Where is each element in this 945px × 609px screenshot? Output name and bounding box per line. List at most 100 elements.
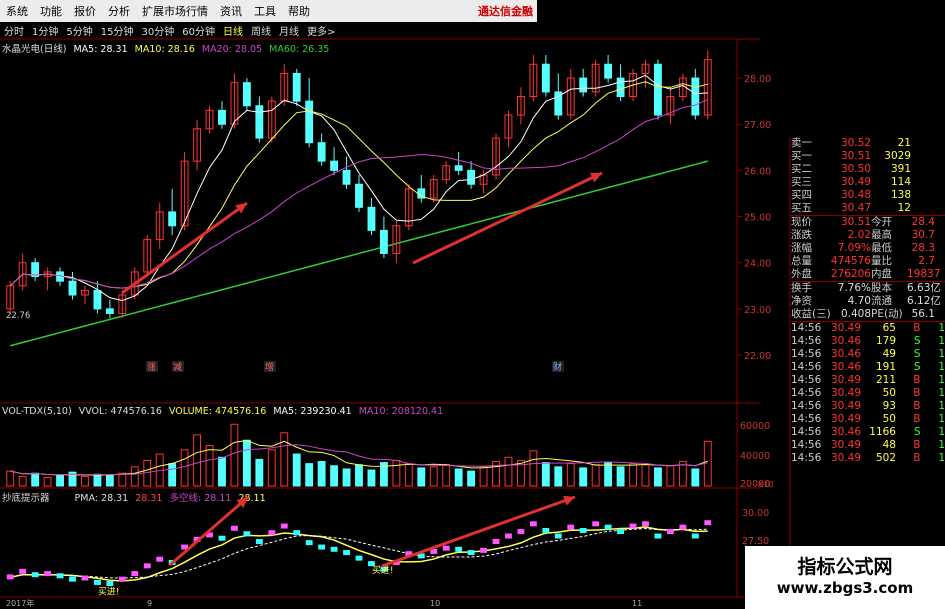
volume-bar (317, 461, 326, 487)
signal-block (654, 533, 662, 539)
signal-block (243, 531, 251, 537)
signal-block (93, 579, 101, 585)
order-book-row-cell: 买四 (791, 189, 812, 201)
tick-row: 14:56 30.49 502 B 1 (791, 452, 945, 465)
tick-row-cell: 30.46 (830, 348, 861, 360)
signal-block (305, 540, 313, 546)
signal-block (455, 546, 463, 552)
volume-bar (205, 445, 214, 487)
signal-block (617, 529, 625, 535)
order-book-row-cell: 买五 (791, 202, 812, 214)
tick-row-cell: 14:56 (791, 439, 822, 451)
quote-stat-row-cell: 总量 (791, 255, 812, 267)
finance-row-cell: 净资 (791, 295, 812, 307)
candle-body (168, 211, 177, 227)
order-book-row-cell: 买三 (791, 176, 812, 188)
order-book-row-cell: 12 (897, 202, 911, 214)
signal-block (604, 524, 612, 530)
signal-block (592, 521, 600, 527)
main-y-tick-label: 22.00 (744, 351, 771, 362)
order-book-row: 买二 30.50 391 (791, 163, 945, 176)
order-book-row-cell: 138 (890, 189, 911, 201)
tick-row-cell: 30.49 (830, 374, 861, 386)
tick-row-cell: 14:56 (791, 322, 822, 334)
tick-row-cell: B (913, 374, 921, 386)
candle-body (579, 77, 588, 93)
signal-block (343, 550, 350, 556)
main-y-tick-label: 25.00 (744, 213, 771, 224)
tick-row-cell: 48 (882, 439, 896, 451)
tick-row-cell: B (913, 413, 921, 425)
volume-bar (529, 450, 538, 487)
tick-row-cell: S (913, 361, 921, 373)
signal-block (492, 539, 500, 545)
order-book-row-cell: 30.51 (840, 150, 871, 162)
tick-row-cell: 30.49 (830, 322, 861, 334)
tick-row-cell: 1 (938, 400, 945, 412)
volume-bar (193, 434, 201, 487)
quote-stat-row: 现价 30.51 今开 28.4 (791, 216, 945, 229)
order-book-row-cell: 30.50 (840, 163, 871, 175)
watermark-title: 指标公式网 (797, 556, 893, 578)
tick-row-cell: 1 (938, 361, 945, 373)
tick-row-cell: 65 (882, 322, 896, 334)
signal-block (704, 520, 712, 526)
tick-row-cell: 14:56 (791, 452, 822, 464)
volume-bar (392, 459, 401, 487)
tick-row: 14:56 30.49 65 B 1 (791, 322, 945, 335)
tick-row-cell: 1 (938, 426, 945, 438)
volume-bar (130, 466, 139, 487)
finance-row: 净资 4.70 流通 6.12亿 (791, 295, 945, 308)
volume-bar (18, 475, 27, 487)
volume-bar (342, 468, 351, 487)
order-book-row-cell: 30.49 (840, 176, 871, 188)
tick-row-cell: 14:56 (791, 400, 822, 412)
event-badge: 增 (265, 361, 274, 373)
candle-body (355, 183, 363, 208)
candle-body (93, 289, 102, 310)
candle-body (604, 63, 613, 79)
finance-row-cell: 6.63亿 (907, 282, 941, 294)
tick-row: 14:56 30.49 50 B 1 (791, 413, 945, 426)
volume-bar (591, 464, 600, 487)
volume-bar (467, 470, 476, 487)
signal-block (691, 533, 699, 539)
signal-block (666, 529, 674, 535)
signal-block (69, 576, 76, 582)
candle-body (218, 109, 226, 125)
signal-block (19, 568, 27, 574)
tick-row-cell: 1 (938, 322, 945, 334)
tick-row-cell: 1 (938, 439, 945, 451)
order-book-row-cell: 30.48 (840, 189, 871, 201)
tick-row-cell: 1 (938, 374, 945, 386)
quote-stat-row-cell: 最高 (871, 229, 892, 241)
volume-bar (292, 453, 301, 487)
tick-row-cell: 30.46 (830, 426, 861, 438)
signal-block (280, 523, 288, 529)
finance-row-cell: 0.408 (840, 308, 871, 320)
tick-row: 14:56 30.49 93 B 1 (791, 400, 945, 413)
order-book-row: 买五 30.47 12 (791, 202, 945, 215)
volume-bar (367, 469, 376, 487)
event-badge: 减 (173, 361, 182, 373)
order-book-row-cell: 买一 (791, 150, 812, 162)
buy-signal-label: 买进! (98, 586, 120, 597)
volume-bar (691, 468, 700, 487)
candle-body (255, 105, 264, 139)
order-book-row-cell: 买二 (791, 163, 812, 175)
signal-block (268, 530, 276, 536)
volume-bar (442, 464, 451, 487)
finance-row-cell: 56.1 (911, 308, 935, 320)
tick-row-cell: 50 (882, 387, 896, 399)
candle-body (367, 206, 376, 231)
signal-block (529, 521, 537, 527)
order-book-row-cell: 114 (890, 176, 911, 188)
signal-block (480, 547, 487, 553)
tick-row: 14:56 30.46 179 S 1 (791, 335, 945, 348)
chart-canvas[interactable]: 买进!买进! 28.0027.0026.0025.0024.0023.0022.… (0, 0, 791, 609)
quote-stat-row-cell: 30.51 (840, 216, 871, 228)
tick-row-cell: 14:56 (791, 335, 822, 347)
candle-body (454, 165, 463, 171)
event-badge: 涨 (147, 362, 156, 373)
tick-row-cell: B (913, 322, 921, 334)
